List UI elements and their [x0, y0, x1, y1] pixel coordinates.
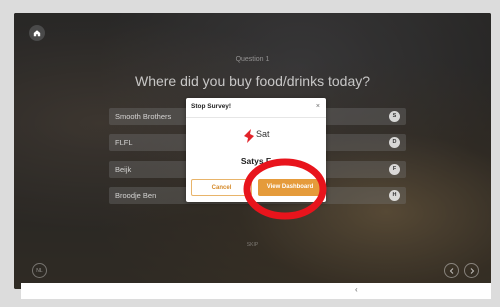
skip-link[interactable]: SKIP: [14, 242, 491, 248]
view-dashboard-button[interactable]: View Dashboard: [258, 179, 322, 196]
close-icon[interactable]: ×: [316, 103, 320, 110]
language-button[interactable]: NL: [32, 263, 47, 278]
answer-key-badge: S: [389, 111, 400, 122]
brand-name: Satys F: [240, 156, 272, 166]
answer-option-label: Smooth Brothers: [115, 112, 172, 121]
dialog-title: Stop Survey!: [191, 103, 232, 110]
answer-option-label: Beijk: [115, 165, 132, 174]
logo-text: Sat: [256, 129, 270, 139]
browser-bottom-bar: ‹: [21, 283, 491, 299]
previous-button[interactable]: [444, 263, 459, 278]
next-button[interactable]: [464, 263, 479, 278]
stop-survey-dialog: Stop Survey! × Sat Satys F Cancel View D…: [186, 98, 326, 202]
cancel-button[interactable]: Cancel: [191, 179, 252, 196]
answer-option-label: Broodje Ben: [115, 191, 157, 200]
home-button[interactable]: [29, 25, 45, 41]
answer-option-label: FLFL: [115, 138, 133, 147]
home-icon: [33, 30, 41, 37]
answer-key-badge: H: [389, 190, 400, 201]
back-button[interactable]: ‹: [355, 285, 358, 294]
dialog-header: Stop Survey! ×: [186, 98, 326, 118]
answer-key-badge: F: [389, 164, 400, 175]
chevron-right-icon: [470, 267, 474, 274]
question-text: Where did you buy food/drinks today?: [134, 73, 371, 89]
question-number: Question 1: [235, 56, 270, 63]
answer-key-badge: D: [389, 137, 400, 148]
chevron-left-icon: [449, 267, 453, 274]
